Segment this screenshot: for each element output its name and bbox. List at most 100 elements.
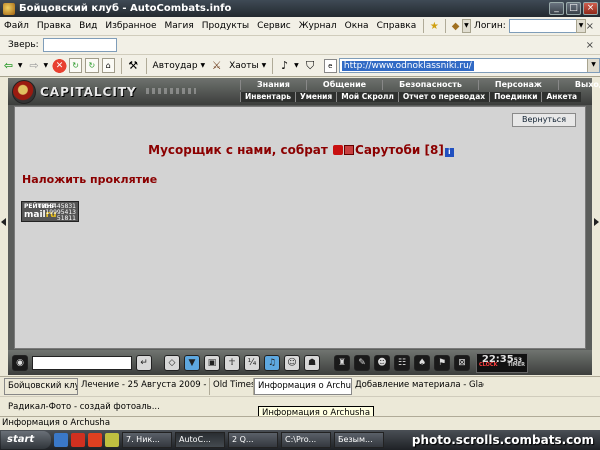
chat-input[interactable] [32, 355, 132, 370]
exit-icon[interactable]: ⊠ [454, 354, 470, 371]
menu-file[interactable]: Файл [0, 21, 33, 31]
menu-profile[interactable]: Анкета [541, 92, 581, 102]
xaoty-button[interactable]: Хаоты [226, 61, 262, 71]
favorites-star-icon[interactable]: ★ [427, 19, 441, 33]
forward-dropdown-icon[interactable]: ▼ [43, 62, 48, 69]
flag-icon[interactable]: ⚑ [434, 354, 450, 371]
sound-toggle-icon[interactable]: ♫ [264, 354, 280, 371]
menu-knowledge[interactable]: Знания [240, 80, 306, 90]
menu-battles[interactable]: Поединки [489, 92, 541, 102]
refresh-icon[interactable]: ↻ [68, 58, 83, 73]
navigation-toolbar: ⇦ ▼ ⇨ ▼ ✕ ↻ ↻ ⌂ ⚒ Автоудар ▼ ⚔ Хаоты ▼ ♪… [0, 55, 600, 77]
app-icon [3, 2, 15, 15]
autoudar-dropdown-icon[interactable]: ▼ [201, 62, 206, 69]
menu-help[interactable]: Справка [373, 21, 421, 31]
info-icon[interactable]: i [444, 148, 454, 157]
menu-character[interactable]: Персонаж [477, 80, 558, 90]
task-untitled[interactable]: Безым... [334, 432, 384, 448]
menu-magic[interactable]: Магия [161, 21, 198, 31]
menu-security[interactable]: Безопасность [382, 80, 478, 90]
menu-my-scroll[interactable]: Мой Скролл [336, 92, 398, 102]
close-button[interactable]: × [583, 2, 598, 15]
menu-exit[interactable]: Выход [557, 80, 600, 90]
menu-service[interactable]: Сервис [253, 21, 295, 31]
character-icon[interactable]: ☥ [224, 354, 240, 371]
menu-communication[interactable]: Общение [305, 80, 382, 90]
menu-transfer-report[interactable]: Отчет о переводах [397, 92, 489, 102]
translate-icon[interactable]: ¼ [244, 354, 260, 371]
magic-icon[interactable]: ◆ [448, 19, 462, 33]
chat-mode-icon[interactable]: ◉ [12, 354, 28, 371]
chaos-icon[interactable]: ⚔ [208, 57, 225, 75]
quicklaunch-folder-icon[interactable] [105, 433, 119, 447]
scroll-icon[interactable]: ✎ [354, 354, 370, 371]
left-panel-toggle[interactable] [0, 78, 8, 376]
login-input[interactable] [508, 19, 578, 33]
quicklaunch-opera-icon[interactable] [71, 433, 85, 447]
menubar-close-icon[interactable]: × [586, 21, 594, 32]
send-icon[interactable]: ↵ [136, 354, 152, 371]
start-button[interactable]: start [1, 431, 51, 449]
helmet-icon[interactable]: ☗ [304, 354, 320, 371]
filter-icon[interactable]: ⛉ [302, 57, 319, 75]
sound-icon[interactable]: ♪ [276, 57, 293, 75]
address-bar[interactable]: http://www.odnoklassniki.ru/ ▼ [338, 58, 600, 73]
card-icon[interactable]: ♠ [414, 354, 430, 371]
photo-watermark: photo.scrolls.combats.com [411, 433, 594, 447]
xaoty-dropdown-icon[interactable]: ▼ [262, 62, 267, 69]
game-header: CAPITALCITY Знания Общение Безопасность … [8, 78, 600, 105]
quicklaunch-ie-icon[interactable] [54, 433, 68, 447]
login-dropdown[interactable]: ▼ [576, 19, 586, 33]
group-icon[interactable]: ☷ [394, 354, 410, 371]
task-autocombats[interactable]: AutoC... [175, 432, 225, 448]
menu-edit[interactable]: Правка [33, 21, 75, 31]
page-headline: Мусорщик с нами, собрат Сарутоби [8] i [15, 143, 587, 157]
mask-icon[interactable]: ☻ [374, 354, 390, 371]
menu-journal[interactable]: Журнал [295, 21, 341, 31]
autoudar-button[interactable]: Автоудар [150, 61, 201, 71]
refresh-all-icon[interactable]: ↻ [85, 58, 99, 73]
back-arrow-icon[interactable]: ⇦ [0, 57, 17, 75]
menu-favorites[interactable]: Избранное [101, 21, 160, 31]
address-text[interactable]: http://www.odnoklassniki.ru/ [341, 60, 474, 71]
tab-radikal-photo[interactable]: Радикал-Фото - создай фотоаль... [8, 402, 160, 412]
alignment-icon [344, 145, 355, 155]
filter-chat-icon[interactable]: ▼ [184, 354, 200, 371]
tab-archusha-info[interactable]: Информация о Archusha [254, 378, 352, 395]
maximize-button[interactable]: □ [566, 2, 581, 15]
home-icon[interactable]: ⌂ [101, 58, 115, 73]
pet-select[interactable] [42, 38, 117, 52]
tab-old-times[interactable]: Old Times [210, 378, 254, 395]
potion-icon[interactable]: ♜ [334, 354, 350, 371]
toolbar-close-icon[interactable]: × [586, 40, 594, 51]
menu-products[interactable]: Продукты [198, 21, 253, 31]
back-dropdown-icon[interactable]: ▼ [18, 62, 23, 69]
stop-icon[interactable]: ✕ [51, 56, 68, 75]
quicklaunch-app-icon[interactable] [88, 433, 102, 447]
forward-arrow-icon[interactable]: ⇨ [26, 57, 43, 75]
right-panel-toggle[interactable] [592, 78, 600, 376]
menu-windows[interactable]: Окна [341, 21, 373, 31]
menu-view[interactable]: Вид [75, 21, 101, 31]
eraser-icon[interactable]: ◇ [164, 354, 180, 371]
tab-treatment[interactable]: Лечение - 25 Августа 2009 - G... [78, 378, 210, 395]
mail-rating-counter[interactable]: РЕЙТИНГ mailru 0355445831 19995413 51811 [21, 201, 79, 222]
menu-inventory[interactable]: Инвентарь [240, 92, 295, 102]
tools-icon[interactable]: ⚒ [125, 57, 142, 75]
arrow-left-icon [1, 218, 6, 226]
content-panel: Вернуться Мусорщик с нами, собрат Саруто… [14, 106, 586, 349]
smiley-icon[interactable]: ☺ [284, 354, 300, 371]
menu-skills[interactable]: Умения [295, 92, 336, 102]
address-dropdown-icon[interactable]: ▼ [587, 59, 600, 72]
minimize-button[interactable]: _ [549, 2, 564, 15]
curse-link[interactable]: Наложить проклятие [22, 173, 157, 186]
return-button[interactable]: Вернуться [512, 113, 576, 127]
sound-dropdown-icon[interactable]: ▼ [294, 62, 299, 69]
save-icon[interactable]: ▣ [204, 354, 220, 371]
task-program-files[interactable]: C:\Pro... [281, 432, 331, 448]
chevron-down-icon[interactable]: ▼ [461, 19, 472, 33]
task-q[interactable]: 2 Q... [228, 432, 278, 448]
tab-add-material[interactable]: Добавление материала - Gladia... [352, 378, 484, 395]
task-nick[interactable]: 7. Ник... [122, 432, 172, 448]
tab-fight-club[interactable]: Бойцовский клуб [4, 378, 78, 395]
